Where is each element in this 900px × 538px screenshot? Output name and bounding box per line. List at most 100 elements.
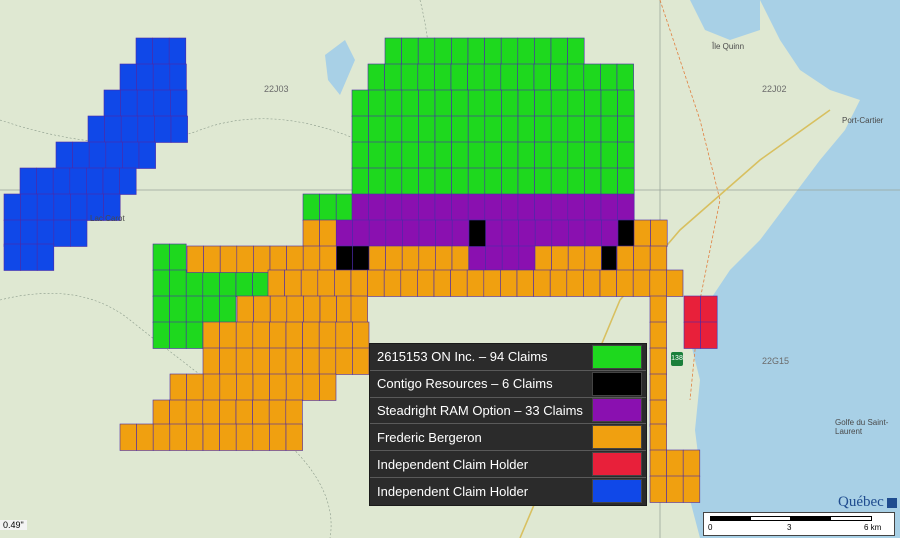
claim-cell[interactable] xyxy=(3,219,21,247)
claim-cell[interactable] xyxy=(418,193,436,221)
claim-cell[interactable] xyxy=(319,193,337,221)
claim-cell[interactable] xyxy=(235,321,254,349)
claim-cell[interactable] xyxy=(136,63,154,91)
claim-cell[interactable] xyxy=(268,399,287,427)
claim-cell[interactable] xyxy=(302,193,320,221)
claim-cell[interactable] xyxy=(267,269,285,297)
claim-cell[interactable] xyxy=(417,37,436,65)
claim-cell[interactable] xyxy=(152,37,170,65)
claim-cell[interactable] xyxy=(617,115,635,143)
claim-cell[interactable] xyxy=(135,37,153,65)
claim-cell[interactable] xyxy=(500,37,519,65)
claim-cell[interactable] xyxy=(384,193,403,221)
claim-cell[interactable] xyxy=(384,63,402,91)
claim-cell[interactable] xyxy=(36,243,55,271)
claim-cell[interactable] xyxy=(682,449,701,477)
claim-cell[interactable] xyxy=(467,193,486,221)
claim-cell[interactable] xyxy=(700,321,718,349)
claim-cell[interactable] xyxy=(600,115,618,143)
claim-cell[interactable] xyxy=(235,269,253,297)
claim-cell[interactable] xyxy=(202,295,220,323)
claim-cell[interactable] xyxy=(649,373,667,401)
claim-cell[interactable] xyxy=(368,193,386,221)
claim-cell[interactable] xyxy=(600,167,618,195)
claim-cell[interactable] xyxy=(468,245,486,273)
claim-cell[interactable] xyxy=(632,269,651,297)
claim-cell[interactable] xyxy=(170,89,188,117)
claim-cell[interactable] xyxy=(152,63,171,91)
claim-cell[interactable] xyxy=(617,193,635,221)
claim-cell[interactable] xyxy=(335,219,353,247)
claim-cell[interactable] xyxy=(401,167,419,195)
claim-cell[interactable] xyxy=(219,347,237,375)
claim-cell[interactable] xyxy=(202,347,220,375)
claim-cell[interactable] xyxy=(367,63,385,91)
claim-cell[interactable] xyxy=(152,321,170,349)
claim-cell[interactable] xyxy=(20,193,38,221)
claim-cell[interactable] xyxy=(186,373,204,401)
claim-cell[interactable] xyxy=(70,193,88,221)
claim-cell[interactable] xyxy=(302,219,320,247)
claim-cell[interactable] xyxy=(120,115,139,143)
claim-cell[interactable] xyxy=(501,167,519,195)
claim-cell[interactable] xyxy=(567,245,586,273)
claim-cell[interactable] xyxy=(235,347,254,375)
claim-cell[interactable] xyxy=(53,219,71,247)
claim-cell[interactable] xyxy=(600,141,618,169)
claim-cell[interactable] xyxy=(152,243,170,271)
claim-cell[interactable] xyxy=(534,219,553,247)
claim-cell[interactable] xyxy=(418,219,436,247)
claim-cell[interactable] xyxy=(649,245,668,273)
claim-cell[interactable] xyxy=(384,37,402,65)
claim-cell[interactable] xyxy=(303,295,321,323)
claim-cell[interactable] xyxy=(485,245,503,273)
claim-cell[interactable] xyxy=(550,193,569,221)
claim-cell[interactable] xyxy=(534,37,552,65)
claim-cell[interactable] xyxy=(302,373,320,401)
claim-cell[interactable] xyxy=(500,269,518,297)
claim-cell[interactable] xyxy=(269,295,288,323)
claim-cell[interactable] xyxy=(584,193,602,221)
claim-cell[interactable] xyxy=(435,245,453,273)
claim-cell[interactable] xyxy=(368,167,386,195)
claim-cell[interactable] xyxy=(384,167,403,195)
claim-cell[interactable] xyxy=(351,115,369,143)
claim-cell[interactable] xyxy=(401,245,420,273)
claim-cell[interactable] xyxy=(119,423,137,451)
claim-cell[interactable] xyxy=(601,219,619,247)
claim-cell[interactable] xyxy=(517,115,535,143)
claim-cell[interactable] xyxy=(600,193,618,221)
claim-cell[interactable] xyxy=(285,347,303,375)
claim-cell[interactable] xyxy=(70,219,88,247)
claim-cell[interactable] xyxy=(451,89,469,117)
claim-cell[interactable] xyxy=(120,89,138,117)
claim-cell[interactable] xyxy=(136,89,155,117)
claim-cell[interactable] xyxy=(434,115,452,143)
claim-cell[interactable] xyxy=(285,423,303,451)
claim-cell[interactable] xyxy=(550,63,568,91)
claim-cell[interactable] xyxy=(616,245,634,273)
claim-cell[interactable] xyxy=(169,423,187,451)
claim-cell[interactable] xyxy=(286,245,304,273)
claim-cell[interactable] xyxy=(87,115,105,143)
claim-cell[interactable] xyxy=(368,245,386,273)
claim-cell[interactable] xyxy=(616,63,634,91)
claim-cell[interactable] xyxy=(617,167,635,195)
claim-cell[interactable] xyxy=(534,167,552,195)
claim-cell[interactable] xyxy=(235,423,254,451)
claim-cell[interactable] xyxy=(185,295,204,323)
claim-cell[interactable] xyxy=(153,89,171,117)
claim-cell[interactable] xyxy=(319,245,337,273)
claim-cell[interactable] xyxy=(269,245,287,273)
claim-cell[interactable] xyxy=(517,63,535,91)
claim-cell[interactable] xyxy=(649,269,667,297)
claim-cell[interactable] xyxy=(119,63,137,91)
claim-cell[interactable] xyxy=(566,63,585,91)
claim-cell[interactable] xyxy=(72,141,90,169)
claim-cell[interactable] xyxy=(550,141,569,169)
claim-cell[interactable] xyxy=(451,115,469,143)
claim-cell[interactable] xyxy=(501,89,519,117)
claim-cell[interactable] xyxy=(284,269,302,297)
claim-cell[interactable] xyxy=(418,245,436,273)
claim-cell[interactable] xyxy=(219,399,237,427)
